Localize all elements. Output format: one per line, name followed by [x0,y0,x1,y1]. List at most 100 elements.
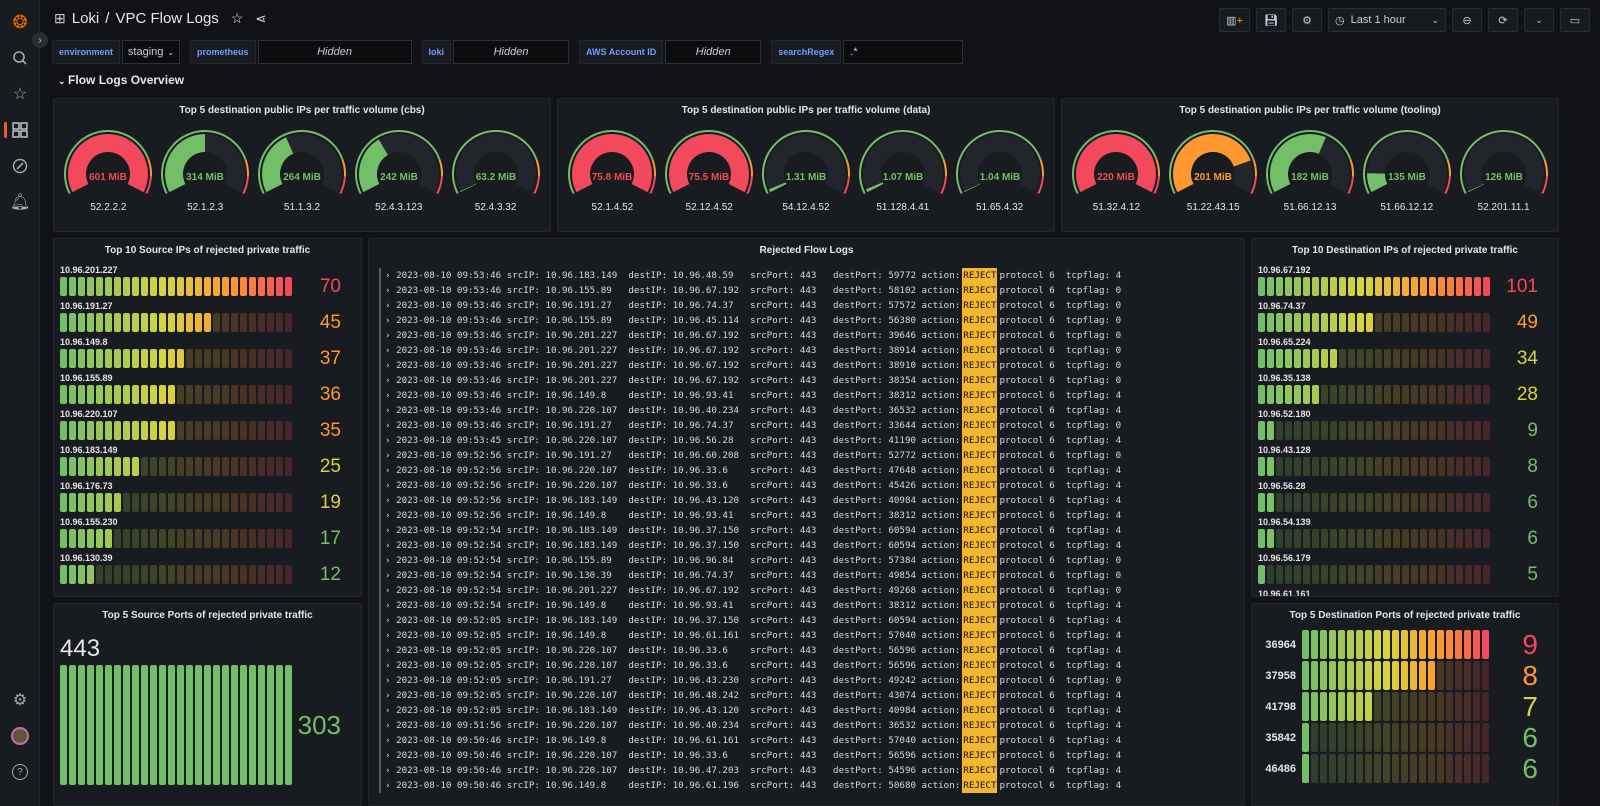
log-row[interactable]: › 2023-08-10 09:51:56 srcIP: 10.96.220.1… [379,718,1236,733]
expand-chevron-icon[interactable]: › [385,433,396,448]
log-row[interactable]: › 2023-08-10 09:52:05 srcIP: 10.96.220.1… [379,688,1236,703]
log-row[interactable]: › 2023-08-10 09:53:46 srcIP: 10.96.191.2… [379,418,1236,433]
log-row[interactable]: › 2023-08-10 09:52:05 srcIP: 10.96.191.2… [379,673,1236,688]
dashboards-icon[interactable] [8,118,32,142]
log-row[interactable]: › 2023-08-10 09:50:46 srcIP: 10.96.149.8… [379,778,1236,793]
expand-chevron-icon[interactable]: › [385,703,396,718]
dashboard-title[interactable]: VPC Flow Logs [115,10,218,27]
expand-chevron-icon[interactable]: › [385,493,396,508]
share-icon[interactable]: ⋖ [255,11,266,27]
expand-chevron-icon[interactable]: › [385,268,396,283]
alerting-bell-icon[interactable]: 🔔︎ [8,190,32,214]
grafana-logo-icon[interactable]: ❂ [8,10,32,34]
log-row[interactable]: › 2023-08-10 09:53:45 srcIP: 10.96.220.1… [379,433,1236,448]
expand-chevron-icon[interactable]: › [385,598,396,613]
expand-chevron-icon[interactable]: › [385,613,396,628]
user-avatar[interactable] [8,724,32,748]
log-row[interactable]: › 2023-08-10 09:52:56 srcIP: 10.96.220.1… [379,463,1236,478]
refresh-button[interactable]: ⟳ [1488,8,1518,32]
expand-chevron-icon[interactable]: › [385,628,396,643]
time-picker[interactable]: ◷ Last 1 hour ⌄ [1328,8,1446,32]
expand-chevron-icon[interactable]: › [385,538,396,553]
expand-chevron-icon[interactable]: › [385,778,396,793]
log-row[interactable]: › 2023-08-10 09:53:46 srcIP: 10.96.201.2… [379,358,1236,373]
log-row[interactable]: › 2023-08-10 09:50:46 srcIP: 10.96.149.8… [379,733,1236,748]
expand-chevron-icon[interactable]: › [385,373,396,388]
log-row[interactable]: › 2023-08-10 09:52:05 srcIP: 10.96.220.1… [379,643,1236,658]
expand-chevron-icon[interactable]: › [385,583,396,598]
search-regex-input[interactable]: .* [843,40,964,64]
help-icon[interactable]: ? [8,760,32,784]
expand-chevron-icon[interactable]: › [385,568,396,583]
loki-datasource-input[interactable]: Hidden [453,40,570,64]
expand-chevron-icon[interactable]: › [385,448,396,463]
log-row[interactable]: › 2023-08-10 09:53:46 srcIP: 10.96.201.2… [379,373,1236,388]
log-row[interactable]: › 2023-08-10 09:53:46 srcIP: 10.96.201.2… [379,328,1236,343]
dashboard-settings-button[interactable]: ⚙ [1292,8,1322,32]
expand-chevron-icon[interactable]: › [385,343,396,358]
log-row[interactable]: › 2023-08-10 09:52:54 srcIP: 10.96.149.8… [379,598,1236,613]
log-row[interactable]: › 2023-08-10 09:50:46 srcIP: 10.96.220.1… [379,748,1236,763]
log-row[interactable]: › 2023-08-10 09:52:05 srcIP: 10.96.183.1… [379,703,1236,718]
expand-chevron-icon[interactable]: › [385,553,396,568]
log-row[interactable]: › 2023-08-10 09:52:05 srcIP: 10.96.183.1… [379,613,1236,628]
log-row[interactable]: › 2023-08-10 09:53:46 srcIP: 10.96.201.2… [379,343,1236,358]
favorite-star-icon[interactable]: ☆ [231,10,244,27]
expand-chevron-icon[interactable]: › [385,463,396,478]
log-row[interactable]: › 2023-08-10 09:53:46 srcIP: 10.96.183.1… [379,268,1236,283]
log-row[interactable]: › 2023-08-10 09:52:54 srcIP: 10.96.130.3… [379,568,1236,583]
log-row[interactable]: › 2023-08-10 09:52:54 srcIP: 10.96.183.1… [379,523,1236,538]
expand-chevron-icon[interactable]: › [385,478,396,493]
expand-chevron-icon[interactable]: › [385,748,396,763]
expand-chevron-icon[interactable]: › [385,718,396,733]
environment-select[interactable]: staging ⌄ [122,40,181,64]
row-header-flow-logs-overview[interactable]: ⌄ Flow Logs Overview [58,73,184,87]
log-row[interactable]: › 2023-08-10 09:53:46 srcIP: 10.96.149.8… [379,388,1236,403]
star-icon[interactable]: ☆ [8,82,32,106]
expand-chevron-icon[interactable]: › [385,523,396,538]
log-row[interactable]: › 2023-08-10 09:52:05 srcIP: 10.96.149.8… [379,628,1236,643]
log-row[interactable]: › 2023-08-10 09:50:46 srcIP: 10.96.220.1… [379,763,1236,778]
log-row[interactable]: › 2023-08-10 09:52:56 srcIP: 10.96.191.2… [379,448,1236,463]
log-row[interactable]: › 2023-08-10 09:53:46 srcIP: 10.96.191.2… [379,298,1236,313]
expand-chevron-icon[interactable]: › [385,403,396,418]
save-dashboard-button[interactable]: 💾︎ [1256,8,1286,32]
zoom-out-button[interactable]: ⊖ [1452,8,1482,32]
expand-chevron-icon[interactable]: › [385,658,396,673]
tv-mode-button[interactable]: ▭ [1560,8,1590,32]
expand-chevron-icon[interactable]: › [385,298,396,313]
expand-chevron-icon[interactable]: › [385,328,396,343]
log-row[interactable]: › 2023-08-10 09:52:05 srcIP: 10.96.220.1… [379,658,1236,673]
expand-chevron-icon[interactable]: › [385,388,396,403]
search-icon[interactable] [8,46,32,70]
add-panel-button[interactable]: ▥+ [1219,8,1250,32]
expand-chevron-icon[interactable]: › [385,688,396,703]
log-row[interactable]: › 2023-08-10 09:52:54 srcIP: 10.96.183.1… [379,538,1236,553]
expand-sidebar-button[interactable]: › [32,32,48,48]
expand-chevron-icon[interactable]: › [385,283,396,298]
prometheus-datasource-input[interactable]: Hidden [257,40,412,64]
expand-chevron-icon[interactable]: › [385,313,396,328]
expand-chevron-icon[interactable]: › [385,643,396,658]
log-row[interactable]: › 2023-08-10 09:52:56 srcIP: 10.96.220.1… [379,478,1236,493]
expand-chevron-icon[interactable]: › [385,673,396,688]
log-row[interactable]: › 2023-08-10 09:52:56 srcIP: 10.96.183.1… [379,493,1236,508]
expand-chevron-icon[interactable]: › [385,763,396,778]
log-row[interactable]: › 2023-08-10 09:52:54 srcIP: 10.96.155.8… [379,553,1236,568]
refresh-interval-dropdown[interactable]: ⌄ [1524,8,1554,32]
breadcrumb-folder[interactable]: Loki [72,10,100,27]
expand-chevron-icon[interactable]: › [385,358,396,373]
expand-chevron-icon[interactable]: › [385,733,396,748]
bar-cell [78,565,85,584]
settings-gear-icon[interactable]: ⚙ [8,688,32,712]
log-row[interactable]: › 2023-08-10 09:52:56 srcIP: 10.96.149.8… [379,508,1236,523]
explore-compass-icon[interactable] [8,154,32,178]
bar-cell [1365,754,1372,783]
log-row[interactable]: › 2023-08-10 09:53:46 srcIP: 10.96.155.8… [379,283,1236,298]
expand-chevron-icon[interactable]: › [385,508,396,523]
expand-chevron-icon[interactable]: › [385,418,396,433]
log-row[interactable]: › 2023-08-10 09:52:54 srcIP: 10.96.201.2… [379,583,1236,598]
log-row[interactable]: › 2023-08-10 09:53:46 srcIP: 10.96.155.8… [379,313,1236,328]
aws-account-id-input[interactable]: Hidden [665,40,762,64]
log-row[interactable]: › 2023-08-10 09:53:46 srcIP: 10.96.220.1… [379,403,1236,418]
